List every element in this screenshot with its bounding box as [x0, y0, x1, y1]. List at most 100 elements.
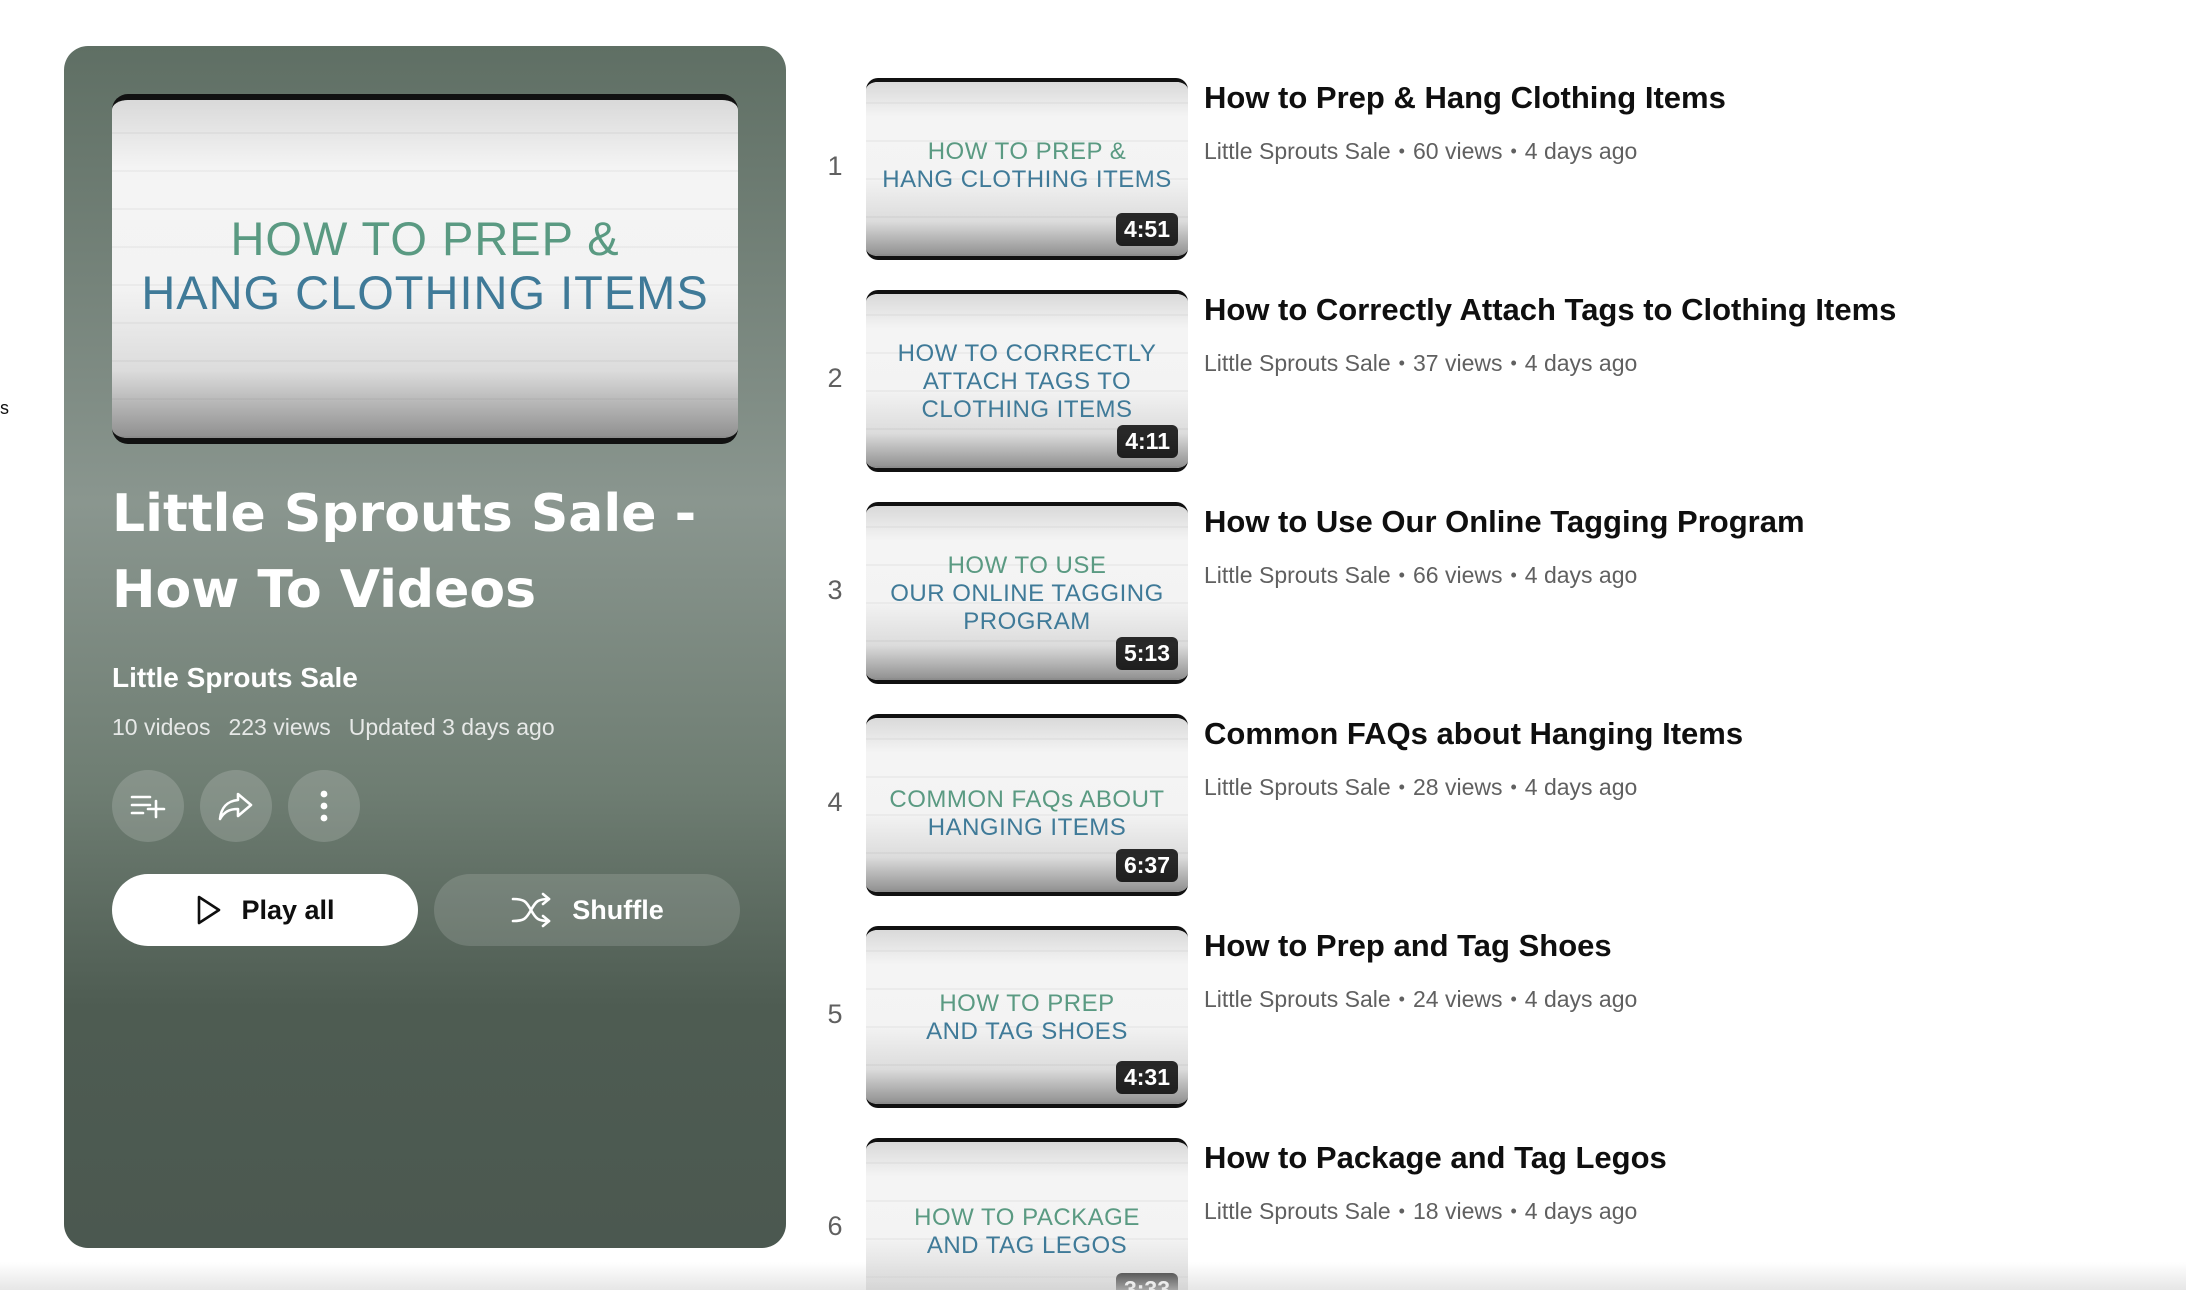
thumbnail-text-line: OUR ONLINE TAGGING: [890, 580, 1164, 607]
shuffle-label: Shuffle: [572, 894, 664, 925]
play-icon: [198, 895, 221, 925]
view-count: 28 views: [1412, 774, 1503, 800]
playlist-title: Little Sprouts Sale - How To Videos: [112, 484, 697, 620]
upload-age: 4 days ago: [1524, 350, 1638, 376]
channel-name-link[interactable]: Little Sprouts Sale: [1204, 350, 1391, 377]
duration-badge: 6:37: [1115, 849, 1178, 882]
thumbnail-text-line: AND TAG LEGOS: [926, 1232, 1128, 1259]
separator-dot: •: [1510, 777, 1517, 797]
playlist-page: s HOW TO PREP & HANG CLOTHING ITEMS Litt…: [0, 0, 2186, 1290]
video-title-link[interactable]: How to Prep and Tag Shoes: [1204, 928, 2144, 964]
playback-buttons: Play all Shuffle: [112, 874, 740, 946]
video-thumbnail[interactable]: HOW TO PREP & HANG CLOTHING ITEMS 4:51: [866, 78, 1188, 260]
video-thumbnail[interactable]: HOW TO PREP AND TAG SHOES 4:31: [866, 926, 1188, 1108]
upload-age: 4 days ago: [1524, 138, 1638, 164]
view-count: 223 views: [228, 714, 331, 740]
updated-date: Updated 3 days ago: [348, 714, 555, 740]
thumbnail-text-line: HOW TO PACKAGE: [914, 1204, 1140, 1231]
playlist-header-panel: HOW TO PREP & HANG CLOTHING ITEMS Little…: [64, 46, 786, 1248]
video-title-link[interactable]: How to Prep & Hang Clothing Items: [1204, 80, 2144, 116]
share-button[interactable]: [200, 770, 272, 842]
playlist-video-row[interactable]: 5 HOW TO PREP AND TAG SHOES 4:31 How to …: [800, 926, 2186, 1108]
playlist-video-row[interactable]: 2 HOW TO CORRECTLY ATTACH TAGS TO CLOTHI…: [800, 290, 2186, 472]
video-title-link[interactable]: Common FAQs about Hanging Items: [1204, 716, 2144, 752]
video-title-link[interactable]: How to Package and Tag Legos: [1204, 1140, 2144, 1176]
video-count: 10 videos: [112, 714, 211, 740]
separator-dot: •: [1398, 1201, 1405, 1221]
video-title-link[interactable]: How to Correctly Attach Tags to Clothing…: [1204, 292, 2144, 328]
video-metadata: Little Sprouts Sale • 28 views • 4 days …: [1204, 774, 1637, 801]
hero-thumbnail-line-1: HOW TO PREP &: [230, 212, 620, 265]
separator-dot: •: [1398, 777, 1405, 797]
playlist-hero-thumbnail[interactable]: HOW TO PREP & HANG CLOTHING ITEMS: [112, 94, 738, 444]
separator-dot: •: [1510, 989, 1517, 1009]
channel-name-link[interactable]: Little Sprouts Sale: [1204, 138, 1391, 165]
video-thumbnail[interactable]: COMMON FAQs ABOUT HANGING ITEMS 6:37: [866, 714, 1188, 896]
upload-age: 4 days ago: [1524, 774, 1638, 800]
video-index: 6: [827, 1211, 843, 1241]
channel-name-link[interactable]: Little Sprouts Sale: [1204, 986, 1391, 1013]
save-to-playlist-button[interactable]: [112, 770, 184, 842]
thumbnail-text-line: HANG CLOTHING ITEMS: [882, 166, 1172, 193]
separator-dot: •: [1510, 141, 1517, 161]
upload-age: 4 days ago: [1524, 562, 1638, 588]
playlist-actions: [112, 770, 360, 842]
channel-name-link[interactable]: Little Sprouts Sale: [1204, 1198, 1391, 1225]
separator-dot: •: [1398, 141, 1405, 161]
video-thumbnail[interactable]: HOW TO PACKAGE AND TAG LEGOS 3:33: [866, 1138, 1188, 1290]
thumbnail-text-line: HOW TO PREP: [939, 990, 1115, 1017]
save-to-playlist-icon: [130, 795, 166, 819]
separator-dot: •: [1510, 565, 1517, 585]
playlist-video-row[interactable]: 6 HOW TO PACKAGE AND TAG LEGOS 3:33 How …: [800, 1138, 2186, 1290]
video-index: 2: [827, 363, 843, 393]
video-index: 3: [827, 575, 843, 605]
view-count: 66 views: [1412, 562, 1503, 588]
playlist-owner-link[interactable]: Little Sprouts Sale: [112, 662, 358, 694]
hero-thumbnail-line-2: HANG CLOTHING ITEMS: [141, 266, 709, 319]
play-all-button[interactable]: Play all: [112, 874, 418, 946]
playlist-video-row[interactable]: 1 HOW TO PREP & HANG CLOTHING ITEMS 4:51…: [800, 78, 2186, 260]
playlist-video-list: 1 HOW TO PREP & HANG CLOTHING ITEMS 4:51…: [800, 0, 2186, 1290]
video-title-link[interactable]: How to Use Our Online Tagging Program: [1204, 504, 2144, 540]
thumbnail-text-line: HOW TO USE: [947, 552, 1107, 579]
video-index: 1: [827, 151, 843, 181]
playlist-video-row[interactable]: 4 COMMON FAQs ABOUT HANGING ITEMS 6:37 C…: [800, 714, 2186, 896]
duration-badge: 5:13: [1115, 637, 1178, 670]
share-icon: [218, 792, 253, 821]
video-metadata: Little Sprouts Sale • 60 views • 4 days …: [1204, 138, 1637, 165]
video-index: 5: [827, 999, 843, 1029]
thumbnail-text-line: COMMON FAQs ABOUT: [889, 786, 1165, 813]
playlist-video-row[interactable]: 3 HOW TO USE OUR ONLINE TAGGING PROGRAM …: [800, 502, 2186, 684]
playlist-stats: 10 videos 223 views Updated 3 days ago: [112, 714, 555, 741]
video-thumbnail[interactable]: HOW TO USE OUR ONLINE TAGGING PROGRAM 5:…: [866, 502, 1188, 684]
view-count: 24 views: [1412, 986, 1503, 1012]
thumbnail-text: HOW TO PREP & HANG CLOTHING ITEMS: [866, 138, 1188, 194]
thumbnail-text: HOW TO PACKAGE AND TAG LEGOS: [866, 1204, 1188, 1260]
upload-age: 4 days ago: [1524, 986, 1638, 1012]
thumbnail-text-line: ATTACH TAGS TO: [922, 368, 1132, 395]
view-count: 60 views: [1412, 138, 1503, 164]
thumbnail-text: COMMON FAQs ABOUT HANGING ITEMS: [866, 786, 1188, 842]
play-all-label: Play all: [241, 894, 335, 925]
duration-badge: 3:33: [1115, 1273, 1178, 1290]
video-metadata: Little Sprouts Sale • 66 views • 4 days …: [1204, 562, 1637, 589]
thumbnail-text: HOW TO USE OUR ONLINE TAGGING PROGRAM: [866, 552, 1188, 636]
separator-dot: •: [1398, 989, 1405, 1009]
separator-dot: •: [1510, 353, 1517, 373]
shuffle-button[interactable]: Shuffle: [434, 874, 740, 946]
video-metadata: Little Sprouts Sale • 18 views • 4 days …: [1204, 1198, 1637, 1225]
hero-thumbnail-text: HOW TO PREP & HANG CLOTHING ITEMS: [112, 212, 738, 320]
separator-dot: •: [1398, 353, 1405, 373]
channel-name-link[interactable]: Little Sprouts Sale: [1204, 562, 1391, 589]
separator-dot: •: [1510, 1201, 1517, 1221]
upload-age: 4 days ago: [1524, 1198, 1638, 1224]
thumbnail-text-line: PROGRAM: [963, 608, 1091, 635]
channel-name-link[interactable]: Little Sprouts Sale: [1204, 774, 1391, 801]
thumbnail-text: HOW TO CORRECTLY ATTACH TAGS TO CLOTHING…: [866, 340, 1188, 424]
offscreen-sidebar-text: s: [0, 398, 9, 418]
video-thumbnail[interactable]: HOW TO CORRECTLY ATTACH TAGS TO CLOTHING…: [866, 290, 1188, 472]
more-options-button[interactable]: [288, 770, 360, 842]
thumbnail-text-line: HOW TO PREP &: [927, 138, 1127, 165]
separator-dot: •: [1398, 565, 1405, 585]
duration-badge: 4:11: [1117, 425, 1178, 458]
